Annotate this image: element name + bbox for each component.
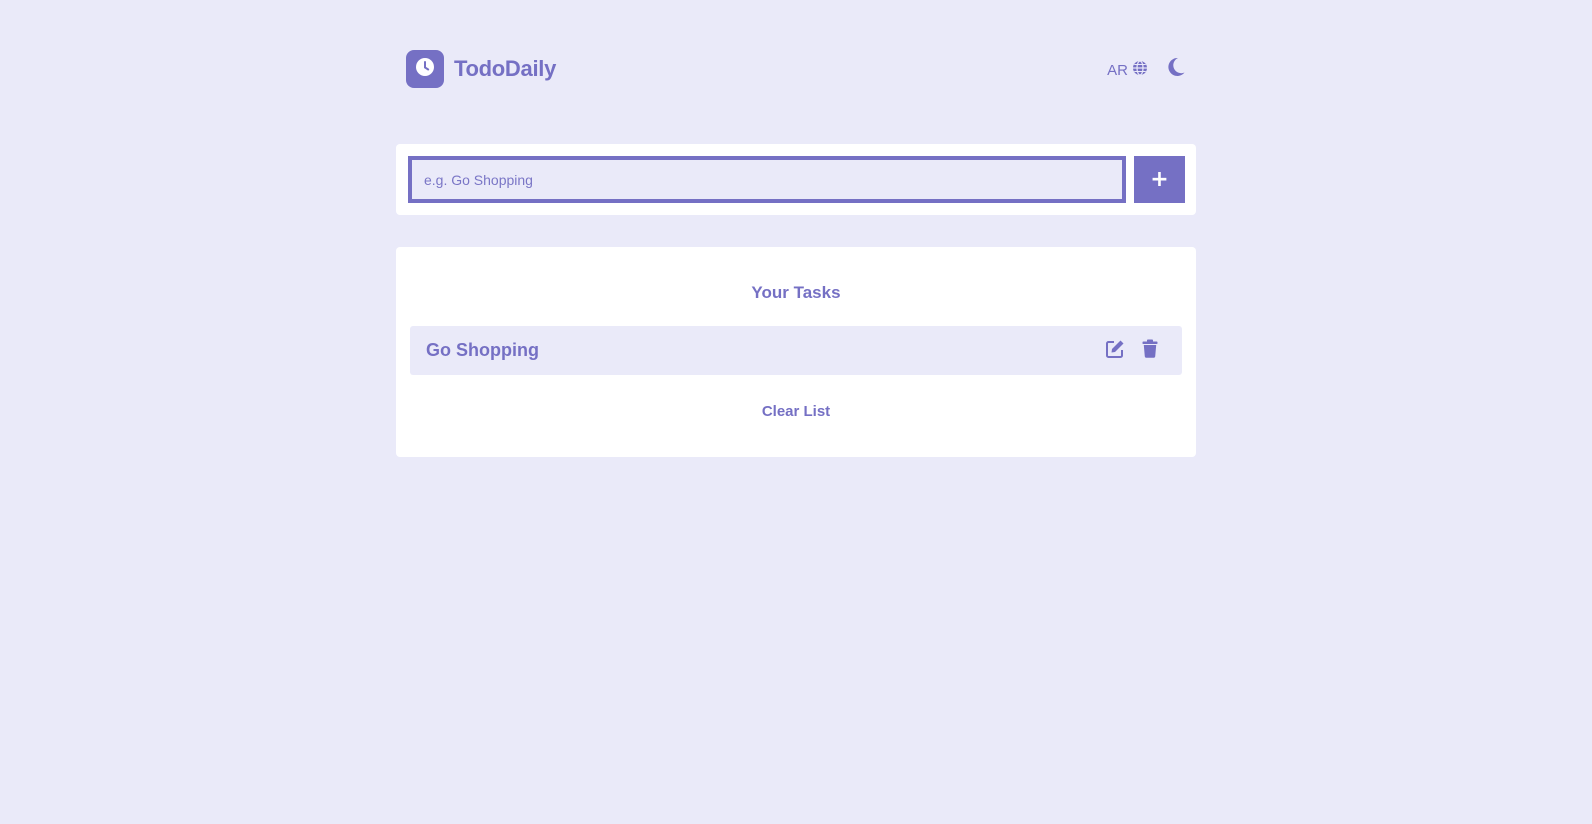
clock-icon bbox=[415, 57, 435, 82]
add-task-button[interactable]: + bbox=[1134, 156, 1185, 203]
theme-toggle-button[interactable] bbox=[1162, 56, 1188, 82]
task-item: Go Shopping bbox=[410, 326, 1182, 375]
language-switcher[interactable]: AR bbox=[1107, 60, 1148, 80]
header: TodoDaily AR bbox=[396, 50, 1196, 88]
delete-task-button[interactable] bbox=[1140, 339, 1160, 363]
task-form: + bbox=[396, 144, 1196, 215]
task-list-card: Your Tasks Go Shopping Clear List bbox=[396, 247, 1196, 457]
language-label: AR bbox=[1107, 61, 1128, 79]
task-input[interactable] bbox=[408, 156, 1126, 203]
logo bbox=[406, 50, 444, 88]
edit-task-button[interactable] bbox=[1104, 340, 1126, 362]
trash-icon bbox=[1142, 339, 1158, 363]
list-title: Your Tasks bbox=[751, 283, 841, 302]
app-title: TodoDaily bbox=[454, 56, 557, 81]
edit-icon bbox=[1105, 339, 1125, 364]
globe-icon bbox=[1132, 60, 1148, 80]
clear-list-button[interactable]: Clear List bbox=[726, 399, 866, 423]
moon-icon bbox=[1164, 56, 1186, 83]
task-label: Go Shopping bbox=[426, 340, 539, 360]
